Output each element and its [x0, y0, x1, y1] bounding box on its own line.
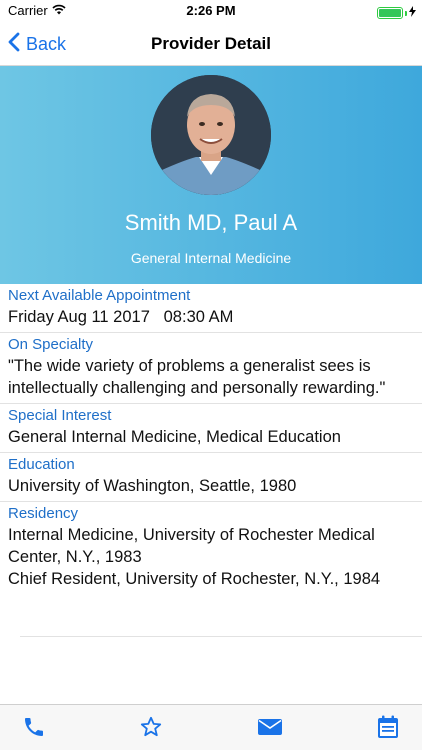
favorite-button[interactable]: [136, 715, 166, 743]
section-residency: Residency Internal Medicine, University …: [0, 502, 422, 598]
schedule-button[interactable]: [373, 715, 403, 743]
section-value: Friday Aug 11 2017 08:30 AM: [8, 306, 414, 328]
email-button[interactable]: [255, 715, 285, 743]
divider: [20, 636, 422, 637]
section-on-specialty: On Specialty "The wide variety of proble…: [0, 333, 422, 404]
section-label: On Specialty: [8, 336, 94, 353]
section-special-interest: Special Interest General Internal Medici…: [0, 404, 422, 453]
tab-bar: [0, 704, 422, 750]
status-bar: Carrier 2:26 PM: [0, 0, 422, 22]
section-label: Special Interest: [8, 407, 112, 424]
battery-fill: [379, 9, 401, 17]
section-education: Education University of Washington, Seat…: [0, 453, 422, 502]
section-value: University of Washington, Seattle, 1980: [8, 475, 414, 497]
section-value: Internal Medicine, University of Rochest…: [8, 524, 414, 590]
section-value: General Internal Medicine, Medical Educa…: [8, 426, 414, 448]
battery-tip: [405, 10, 407, 16]
appointment-text: Friday Aug 11 2017 08:30 AM: [8, 308, 234, 326]
specialty-quote: "The wide variety of problems a generali…: [8, 357, 386, 397]
page-title: Provider Detail: [151, 34, 271, 53]
provider-name: Smith MD, Paul A: [124, 210, 298, 235]
star-icon: [139, 715, 163, 744]
mail-icon: [257, 717, 283, 742]
status-battery-group: [377, 4, 416, 22]
section-label: Residency: [8, 505, 79, 522]
education-text: University of Washington, Seattle, 1980: [8, 477, 297, 495]
calendar-icon: [377, 715, 399, 744]
status-time: 2:26 PM: [186, 3, 236, 18]
phone-icon: [22, 715, 46, 744]
call-button[interactable]: [19, 715, 49, 743]
residency-line: Internal Medicine, University of Rochest…: [8, 526, 380, 566]
battery-icon: [377, 7, 403, 19]
residency-line: Chief Resident, University of Rochester,…: [8, 570, 381, 588]
section-value: "The wide variety of problems a generali…: [8, 355, 414, 399]
avatar: [151, 75, 271, 195]
provider-details: Next Available Appointment Friday Aug 11…: [0, 284, 422, 598]
provider-header: Smith MD, Paul A General Internal Medici…: [0, 66, 422, 284]
section-next-appointment: Next Available Appointment Friday Aug 11…: [0, 284, 422, 333]
section-label: Next Available Appointment: [8, 287, 191, 304]
navigation-bar: Back Provider Detail: [0, 22, 422, 66]
section-label: Education: [8, 456, 75, 473]
charging-icon: [409, 4, 416, 22]
provider-specialty: General Internal Medicine: [130, 250, 292, 266]
special-interest-text: General Internal Medicine, Medical Educa…: [8, 428, 341, 446]
